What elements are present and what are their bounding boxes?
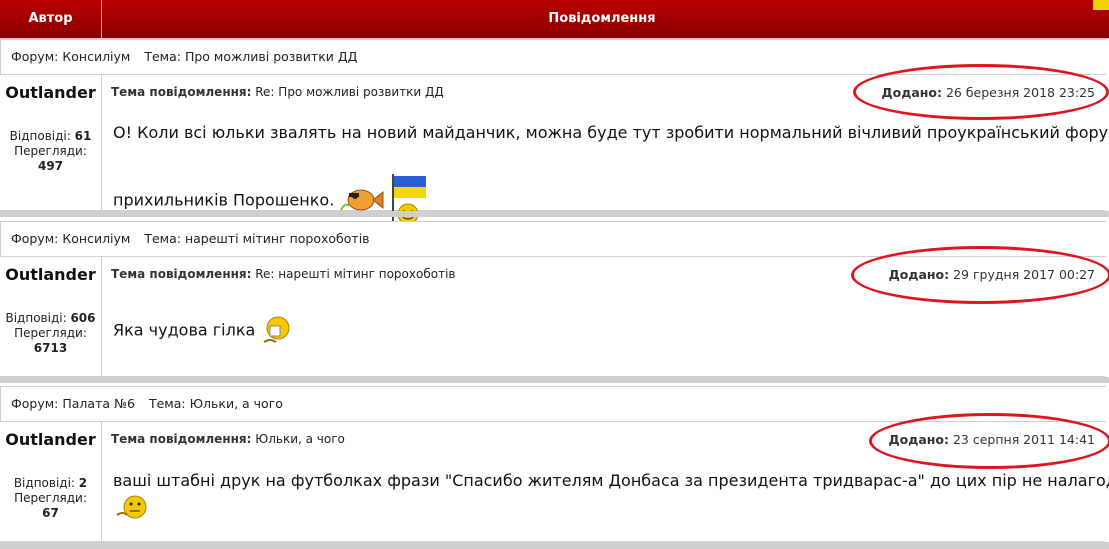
post-text-line: О! Коли всі юльки звалять на новий майда… <box>113 123 1109 142</box>
post-stats: Відповіді: 2 Перегляди: 67 <box>0 457 102 541</box>
replies-count: 606 <box>70 311 96 325</box>
date-label: Додано: <box>881 85 942 100</box>
author-name[interactable]: Outlander <box>0 422 102 457</box>
post-separator <box>0 542 1109 549</box>
post-body-row: Відповіді: 61 Перегляди: 497 О! Коли всі… <box>0 110 1109 225</box>
post-text-line: Яка чудова гілка <box>113 320 256 340</box>
post-author-row: Outlander Тема повідомлення: Юльки, а чо… <box>0 421 1105 458</box>
post-author-row: Outlander Тема повідомлення: Re: нарешті… <box>0 256 1105 293</box>
subject-link[interactable]: Re: Про можливі розвитки ДД <box>255 85 444 99</box>
topic-link[interactable]: Про можливі розвитки ДД <box>185 49 357 64</box>
date-label: Додано: <box>888 267 950 282</box>
replies-label: Відповіді: <box>9 129 71 143</box>
replies-count: 2 <box>78 476 88 490</box>
post-forum-row: Форум: Палата №6 Тема: Юльки, а чого <box>0 386 1106 422</box>
post-body-row: Відповіді: 2 Перегляди: 67 ваші штабні д… <box>0 457 1109 542</box>
reading-smiley-icon <box>263 316 290 343</box>
post-subject: Тема повідомлення: Re: Про можливі розви… <box>111 75 444 110</box>
message-column-header: Повідомлення <box>548 11 656 26</box>
subject-label: Тема повідомлення: <box>111 267 252 281</box>
post-stats: Відповіді: 606 Перегляди: 6713 <box>0 292 102 376</box>
forum-link[interactable]: Палата №6 <box>62 396 135 411</box>
post-text-line: ваші штабні друк на футболках фрази "Спа… <box>113 471 1109 490</box>
post-separator <box>0 211 1109 217</box>
date-value: 26 березня 2018 23:25 <box>945 85 1095 100</box>
topic-label: Тема: <box>148 396 186 411</box>
forum-link[interactable]: Консиліум <box>62 231 130 246</box>
search-results-page: Автор Повідомлення Форум: Консиліум Тема… <box>0 0 1109 549</box>
date-label: Додано: <box>888 432 949 447</box>
forum-label: Форум: <box>11 231 59 246</box>
table-header: Автор Повідомлення <box>0 0 1109 39</box>
date-value: 29 грудня 2017 00:27 <box>953 267 1095 282</box>
author-column-header: Автор <box>0 0 102 38</box>
views-count: 6713 <box>33 341 68 355</box>
views-count: 497 <box>37 159 64 173</box>
post-text-line: прихильників Порошенко. <box>113 190 335 210</box>
subject-link[interactable]: Re: нарешті мітинг порохоботів <box>255 267 455 281</box>
views-count: 67 <box>42 506 59 520</box>
forum-label: Форум: <box>11 396 59 411</box>
replies-label: Відповіді: <box>13 476 75 490</box>
post-author-row: Outlander Тема повідомлення: Re: Про мож… <box>0 74 1105 111</box>
forum-label: Форум: <box>11 49 59 64</box>
date-value: 23 серпня 2011 14:41 <box>952 432 1095 447</box>
subject-link[interactable]: Юльки, а чого <box>255 432 345 446</box>
post-date: Додано: 29 грудня 2017 00:27 <box>889 257 1095 292</box>
topic-link[interactable]: нарешті мітинг порохоботів <box>185 231 370 246</box>
flag-corner-icon <box>1093 0 1109 10</box>
post-date: Додано: 26 березня 2018 23:25 <box>882 75 1096 110</box>
subject-label: Тема повідомлення: <box>111 432 252 446</box>
topic-label: Тема: <box>144 49 181 64</box>
author-name[interactable]: Outlander <box>0 257 102 292</box>
author-name[interactable]: Outlander <box>0 75 102 110</box>
flag-smiley-icon <box>392 174 427 225</box>
replies-count: 61 <box>74 129 92 143</box>
post-body-row: Відповіді: 606 Перегляди: 6713 Яка чудов… <box>0 292 1105 377</box>
forum-link[interactable]: Консиліум <box>62 49 130 64</box>
topic-label: Тема: <box>144 231 181 246</box>
thinking-smiley-icon <box>116 495 147 519</box>
post-separator <box>0 377 1109 383</box>
topic-link[interactable]: Юльки, а чого <box>190 396 283 411</box>
replies-label: Відповіді: <box>5 311 67 325</box>
subject-label: Тема повідомлення: <box>111 85 252 99</box>
views-label: Перегляди: <box>14 144 87 158</box>
post-subject: Тема повідомлення: Юльки, а чого <box>111 422 345 457</box>
post-forum-row: Форум: Консиліум Тема: нарешті мітинг по… <box>0 221 1106 257</box>
views-label: Перегляди: <box>14 326 87 340</box>
post-stats: Відповіді: 61 Перегляди: 497 <box>0 110 102 210</box>
post-forum-row: Форум: Консиліум Тема: Про можливі розви… <box>0 39 1106 75</box>
views-label: Перегляди: <box>14 491 87 505</box>
post-date: Додано: 23 серпня 2011 14:41 <box>889 422 1096 457</box>
post-subject: Тема повідомлення: Re: нарешті мітинг по… <box>111 257 455 292</box>
